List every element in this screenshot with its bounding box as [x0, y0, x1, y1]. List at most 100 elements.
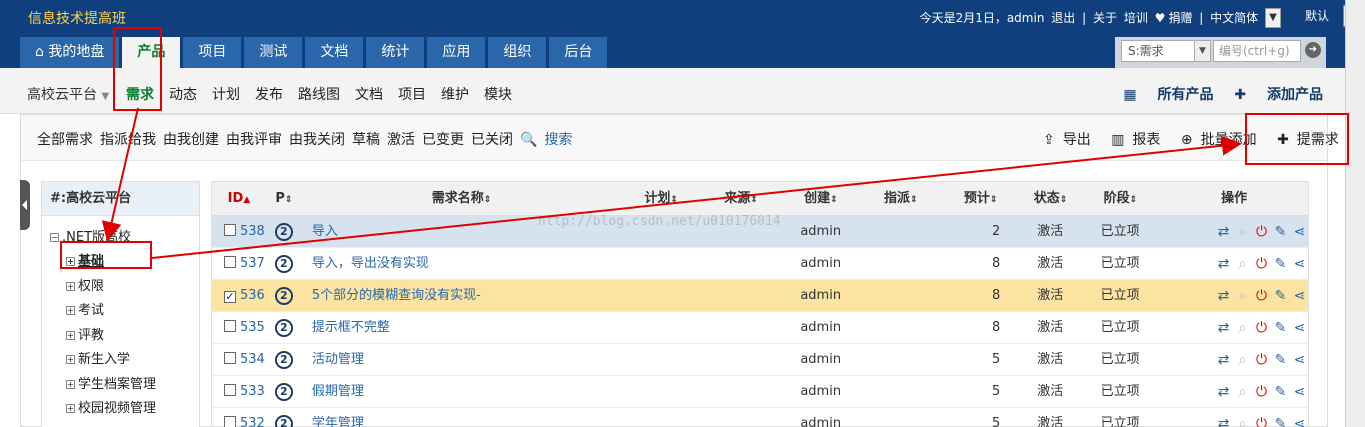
row-checkbox[interactable] — [224, 320, 236, 332]
sub-nav-item-4[interactable]: 路线图 — [298, 84, 340, 104]
collapse-sidebar-handle[interactable] — [20, 180, 30, 230]
nav-tab-4[interactable]: 文档 — [305, 37, 364, 68]
pencil-icon[interactable]: ✎ — [1272, 376, 1289, 408]
pencil-icon[interactable]: ✎ — [1272, 344, 1289, 376]
report-button[interactable]: ▥ 报表 — [1111, 132, 1168, 148]
pencil-icon[interactable]: ✎ — [1272, 280, 1289, 312]
story-name-link[interactable]: 提示框不完整 — [302, 312, 621, 343]
sub-nav-item-3[interactable]: 发布 — [255, 84, 283, 104]
search-input[interactable]: 编号(ctrl+g) — [1213, 40, 1301, 62]
share-icon[interactable]: ⋖ — [1291, 280, 1308, 312]
share-icon[interactable]: ⋖ — [1291, 312, 1308, 344]
column-header-1[interactable]: P⇕ — [266, 182, 302, 215]
expand-icon[interactable]: + — [66, 355, 75, 364]
id-cell[interactable]: 533 — [212, 376, 266, 407]
theme-select[interactable]: 默认 — [1305, 7, 1329, 24]
story-name-link[interactable]: 学年管理 — [302, 408, 621, 427]
tree-root[interactable]: − .NET版高校 — [50, 226, 131, 245]
page-scrollbar[interactable] — [1345, 0, 1365, 427]
power-icon[interactable]: ⏻ — [1253, 408, 1270, 427]
share-icon[interactable]: ⋖ — [1291, 216, 1308, 248]
logout-link[interactable]: 退出 — [1051, 11, 1075, 25]
shuffle-icon[interactable]: ⇄ — [1215, 216, 1232, 248]
nav-tab-1[interactable]: 产品 — [122, 37, 181, 68]
filter-tab-2[interactable]: 由我创建 — [163, 132, 219, 148]
filter-tab-7[interactable]: 已变更 — [422, 132, 464, 148]
nav-tab-0[interactable]: ⌂ 我的地盘 — [20, 37, 120, 68]
power-icon[interactable]: ⏻ — [1253, 312, 1270, 344]
power-icon[interactable]: ⏻ — [1253, 376, 1270, 408]
column-header-9[interactable]: 阶段⇕ — [1080, 182, 1160, 215]
expand-icon[interactable]: + — [66, 306, 75, 315]
table-row[interactable]: 537 2 导入，导出没有实现 admin 8 激活 已立项 ⇄ ⌕ ⏻ ✎ ⋖ — [212, 248, 1308, 280]
language-select[interactable]: 中文简体 — [1210, 11, 1258, 25]
about-link[interactable]: 关于 — [1093, 11, 1117, 25]
product-switcher[interactable]: 高校云平台 ▼ — [27, 84, 109, 104]
pencil-icon[interactable]: ✎ — [1272, 408, 1289, 427]
filter-tab-4[interactable]: 由我关闭 — [289, 132, 345, 148]
tree-node-4[interactable]: + 新生入学 — [66, 348, 130, 367]
all-products-link[interactable]: ▦ 所有产品 — [1123, 87, 1213, 103]
add-product-link[interactable]: ✚ 添加产品 — [1234, 87, 1323, 103]
column-header-6[interactable]: 指派⇕ — [861, 182, 941, 215]
row-checkbox[interactable] — [224, 416, 236, 427]
tree-node-5[interactable]: + 学生档案管理 — [66, 373, 156, 392]
power-icon[interactable]: ⏻ — [1253, 280, 1270, 312]
story-name-link[interactable]: 导入，导出没有实现 — [302, 248, 621, 279]
table-row[interactable]: 534 2 活动管理 admin 5 激活 已立项 ⇄ ⌕ ⏻ ✎ ⋖ — [212, 344, 1308, 376]
sub-nav-item-2[interactable]: 计划 — [212, 84, 240, 104]
table-row[interactable]: 532 2 学年管理 admin 5 激活 已立项 ⇄ ⌕ ⏻ ✎ ⋖ — [212, 408, 1308, 427]
expand-icon[interactable]: + — [66, 281, 75, 291]
nav-tab-2[interactable]: 项目 — [183, 37, 242, 68]
story-name-link[interactable]: 5个部分的模糊查询没有实现- — [302, 280, 621, 311]
expand-icon[interactable]: + — [66, 257, 75, 266]
filter-tab-1[interactable]: 指派给我 — [100, 132, 156, 148]
table-row[interactable]: 533 2 假期管理 admin 5 激活 已立项 ⇄ ⌕ ⏻ ✎ ⋖ — [212, 376, 1308, 408]
row-checkbox[interactable] — [224, 352, 236, 364]
shuffle-icon[interactable]: ⇄ — [1215, 280, 1232, 312]
tree-node-0[interactable]: + 基础 — [66, 250, 104, 269]
column-header-4[interactable]: 来源⇕ — [701, 182, 781, 215]
nav-tab-8[interactable]: 后台 — [549, 37, 608, 68]
sub-nav-item-1[interactable]: 动态 — [169, 84, 197, 104]
search-icon[interactable]: ⌕ — [1234, 216, 1251, 248]
expand-icon[interactable]: + — [66, 404, 75, 413]
nav-tab-7[interactable]: 组织 — [488, 37, 547, 68]
filter-tab-3[interactable]: 由我评审 — [226, 132, 282, 148]
shuffle-icon[interactable]: ⇄ — [1215, 312, 1232, 344]
batch-add-button[interactable]: ⊕ 批量添加 — [1181, 132, 1265, 148]
export-button[interactable]: ⇪ 导出 — [1043, 132, 1099, 148]
table-row[interactable]: 535 2 提示框不完整 admin 8 激活 已立项 ⇄ ⌕ ⏻ ✎ ⋖ — [212, 312, 1308, 344]
nav-tab-5[interactable]: 统计 — [366, 37, 425, 68]
row-checkbox[interactable] — [224, 256, 236, 268]
search-go-icon[interactable]: ➜ — [1305, 42, 1321, 58]
column-header-3[interactable]: 计划⇕ — [621, 182, 701, 215]
tree-node-3[interactable]: + 评教 — [66, 324, 104, 343]
donate-link[interactable]: 捐赠 — [1168, 11, 1192, 25]
id-cell[interactable]: 538 — [212, 216, 266, 247]
id-cell[interactable]: ✓ 536 — [212, 280, 266, 311]
training-link[interactable]: 培训 — [1124, 11, 1148, 25]
sub-nav-item-0[interactable]: 需求 — [126, 84, 154, 104]
column-header-2[interactable]: 需求名称⇕ — [302, 182, 621, 215]
column-header-8[interactable]: 状态⇕ — [1021, 182, 1081, 215]
column-header-0[interactable]: ID▲ — [212, 182, 266, 215]
search-icon[interactable]: ⌕ — [1234, 344, 1251, 376]
shuffle-icon[interactable]: ⇄ — [1215, 248, 1232, 280]
share-icon[interactable]: ⋖ — [1291, 408, 1308, 427]
row-checkbox[interactable] — [224, 384, 236, 396]
id-cell[interactable]: 534 — [212, 344, 266, 375]
sub-nav-item-8[interactable]: 模块 — [484, 84, 512, 104]
column-header-5[interactable]: 创建⇕ — [781, 182, 861, 215]
collapse-icon[interactable]: − — [50, 233, 59, 242]
id-cell[interactable]: 535 — [212, 312, 266, 343]
filter-tab-6[interactable]: 激活 — [387, 132, 415, 148]
filter-search-button[interactable]: 🔍 搜索 — [520, 132, 579, 148]
create-story-button[interactable]: ✚ 提需求 — [1277, 132, 1347, 148]
shuffle-icon[interactable]: ⇄ — [1215, 344, 1232, 376]
column-header-7[interactable]: 预计⇕ — [941, 182, 1021, 215]
search-icon[interactable]: ⌕ — [1234, 312, 1251, 344]
tree-node-6[interactable]: + 校园视频管理 — [66, 397, 156, 416]
power-icon[interactable]: ⏻ — [1253, 344, 1270, 376]
search-icon[interactable]: ⌕ — [1234, 248, 1251, 280]
